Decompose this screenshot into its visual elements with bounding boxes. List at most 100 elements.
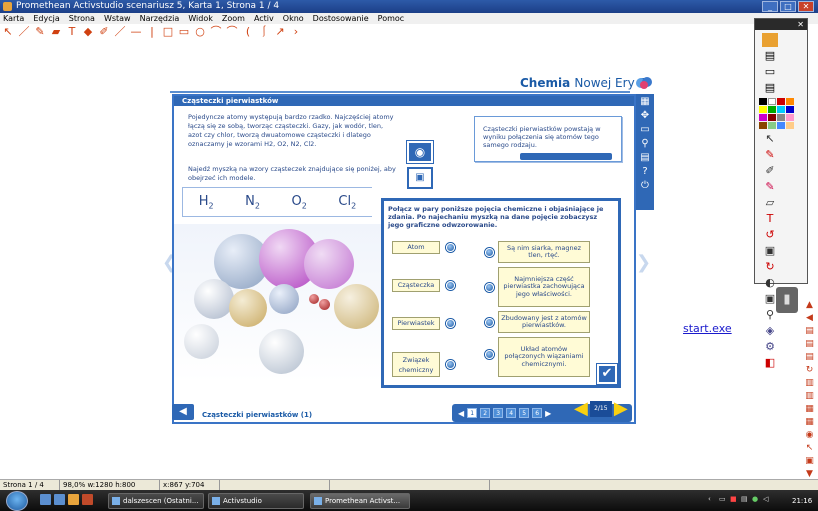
quicklaunch-icon[interactable] — [40, 494, 51, 505]
line-icon[interactable]: ／ — [114, 26, 126, 38]
polyline-icon[interactable]: › — [290, 26, 302, 38]
arrow-line-icon[interactable]: ↗ — [274, 26, 286, 38]
menu-zoom[interactable]: Zoom — [222, 13, 245, 24]
move-icon[interactable]: ✥ — [639, 110, 651, 122]
highlighter-icon[interactable]: ✎ — [34, 26, 46, 38]
print-icon[interactable]: ▤ — [639, 152, 651, 164]
network-icon[interactable]: ▤ — [741, 495, 749, 503]
formula-cl2[interactable]: Cl2 — [338, 194, 356, 211]
page-icon[interactable]: ▤ — [803, 326, 816, 337]
back-button[interactable]: ◀ — [172, 404, 194, 420]
definition-card-4[interactable]: Układ atomów połączonych wiązaniami chem… — [498, 337, 590, 377]
definition-connector-1[interactable] — [485, 248, 494, 257]
eraser-icon[interactable]: ▰ — [50, 26, 62, 38]
formula-n2[interactable]: N2 — [245, 194, 260, 211]
menu-activ[interactable]: Activ — [254, 13, 274, 24]
volume-icon[interactable]: ◁ — [763, 495, 771, 503]
books-icon[interactable]: ▥ — [803, 391, 816, 402]
eraser-icon[interactable]: ▱ — [762, 196, 778, 210]
prev-slide-button[interactable]: ◀ — [574, 400, 588, 418]
page-4[interactable]: 4 — [506, 408, 517, 418]
page-3[interactable]: 3 — [493, 408, 504, 418]
text-icon[interactable]: T — [66, 26, 78, 38]
tools-icon[interactable]: ⚙ — [762, 340, 778, 354]
network-icon[interactable]: ● — [752, 495, 760, 503]
page-icon[interactable]: ▤ — [803, 339, 816, 350]
main-menu-icon[interactable] — [762, 33, 778, 47]
next-slide-chevron-icon[interactable]: ❯ — [636, 252, 651, 273]
term-connector-3[interactable] — [446, 319, 455, 328]
term-connector-4[interactable] — [446, 360, 455, 369]
taskbar-item-promethean[interactable]: Promethean Activst... — [310, 493, 410, 509]
highlighter-icon[interactable]: ✎ — [762, 180, 778, 194]
term-czasteczka[interactable]: Cząsteczka — [392, 279, 440, 292]
save-icon[interactable]: ▣ — [803, 456, 816, 467]
pager-next-icon[interactable]: ▶ — [545, 409, 551, 418]
term-atom[interactable]: Atom — [392, 241, 440, 254]
quicklaunch-icon[interactable] — [54, 494, 65, 505]
menu-pomoc[interactable]: Pomoc — [378, 13, 405, 24]
arc-icon[interactable]: ⌒ — [226, 26, 238, 38]
grid-icon[interactable]: ▦ — [803, 404, 816, 415]
arrow-left-icon[interactable]: ◀ — [803, 313, 816, 324]
keyboard-icon[interactable]: ▭ — [719, 495, 727, 503]
next-slide-button[interactable]: ▶ — [614, 400, 628, 418]
refresh-icon[interactable]: ↻ — [803, 365, 816, 376]
page-1[interactable]: 1 — [467, 408, 478, 418]
circle-icon[interactable]: ○ — [194, 26, 206, 38]
formula-h2[interactable]: H2 — [199, 194, 214, 211]
curve-icon[interactable]: ( — [242, 26, 254, 38]
tray-arrow-icon[interactable]: ‹ — [708, 495, 716, 503]
flipchart-icon[interactable]: ▤ — [762, 81, 778, 95]
pen-icon[interactable]: ✐ — [762, 164, 778, 178]
text-icon[interactable]: T — [762, 212, 778, 226]
definition-connector-3[interactable] — [485, 318, 494, 327]
clear-icon[interactable]: ▣ — [762, 244, 778, 258]
check-answer-button[interactable]: ✔ — [597, 364, 617, 384]
resource-library-icon[interactable]: ◈ — [762, 324, 778, 338]
dropper-icon[interactable]: ✐ — [98, 26, 110, 38]
line-icon[interactable]: — — [130, 26, 142, 38]
pager-prev-icon[interactable]: ◀ — [458, 409, 464, 418]
reveal-icon[interactable]: ◧ — [762, 356, 778, 370]
term-pierwiastek[interactable]: Pierwiastek — [392, 317, 440, 330]
undo-icon[interactable]: ↺ — [762, 228, 778, 242]
cursor-icon[interactable]: ↖ — [803, 443, 816, 454]
definition-connector-4[interactable] — [485, 350, 494, 359]
minimize-button[interactable]: _ — [762, 1, 778, 12]
definition-card-2[interactable]: Najmniejsza część pierwiastka zachowując… — [498, 267, 590, 307]
term-connector-1[interactable] — [446, 243, 455, 252]
toolbox-close-icon[interactable]: ✕ — [755, 19, 807, 30]
definition-card-1[interactable]: Są nim siarka, magnez tlen, rtęć. — [498, 241, 590, 263]
image-button[interactable]: ▣ — [407, 167, 433, 189]
fill-icon[interactable]: ◆ — [82, 26, 94, 38]
menu-dostosowanie[interactable]: Dostosowanie — [313, 13, 369, 24]
redo-icon[interactable]: ↻ — [762, 260, 778, 274]
term-connector-2[interactable] — [446, 281, 455, 290]
books-icon[interactable]: ▥ — [803, 378, 816, 389]
arrow-up-icon[interactable]: ▲ — [803, 300, 816, 311]
marker-icon[interactable]: ✎ — [762, 148, 778, 162]
definition-card-3[interactable]: Zbudowany jest z atomów pierwiastków. — [498, 311, 590, 333]
page-6[interactable]: 6 — [532, 408, 543, 418]
curve-icon[interactable]: ⌒ — [210, 26, 222, 38]
definition-player-bar[interactable] — [520, 153, 612, 160]
page-5[interactable]: 5 — [519, 408, 530, 418]
trash-icon[interactable]: ▮ — [776, 287, 798, 313]
menu-strona[interactable]: Strona — [69, 13, 95, 24]
pages-icon[interactable]: ▤ — [762, 49, 778, 63]
notes-icon[interactable]: ▭ — [762, 65, 778, 79]
rectangle-icon[interactable]: □ — [162, 26, 174, 38]
menu-okno[interactable]: Okno — [283, 13, 304, 24]
start-exe-link[interactable]: start.exe — [683, 322, 732, 335]
menu-edycja[interactable]: Edycja — [33, 13, 59, 24]
page-icon[interactable]: ▤ — [803, 352, 816, 363]
rectangle-icon[interactable]: ▭ — [178, 26, 190, 38]
grid-icon[interactable]: ▦ — [803, 417, 816, 428]
menu-karta[interactable]: Karta — [3, 13, 24, 24]
formula-o2[interactable]: O2 — [292, 194, 307, 211]
taskbar-item-dalszescen[interactable]: dalszescen (Ostatni... — [108, 493, 204, 509]
arc-icon[interactable]: ⎰ — [258, 26, 270, 38]
quicklaunch-icon[interactable] — [82, 494, 93, 505]
power-icon[interactable]: ⏻ — [639, 180, 651, 192]
